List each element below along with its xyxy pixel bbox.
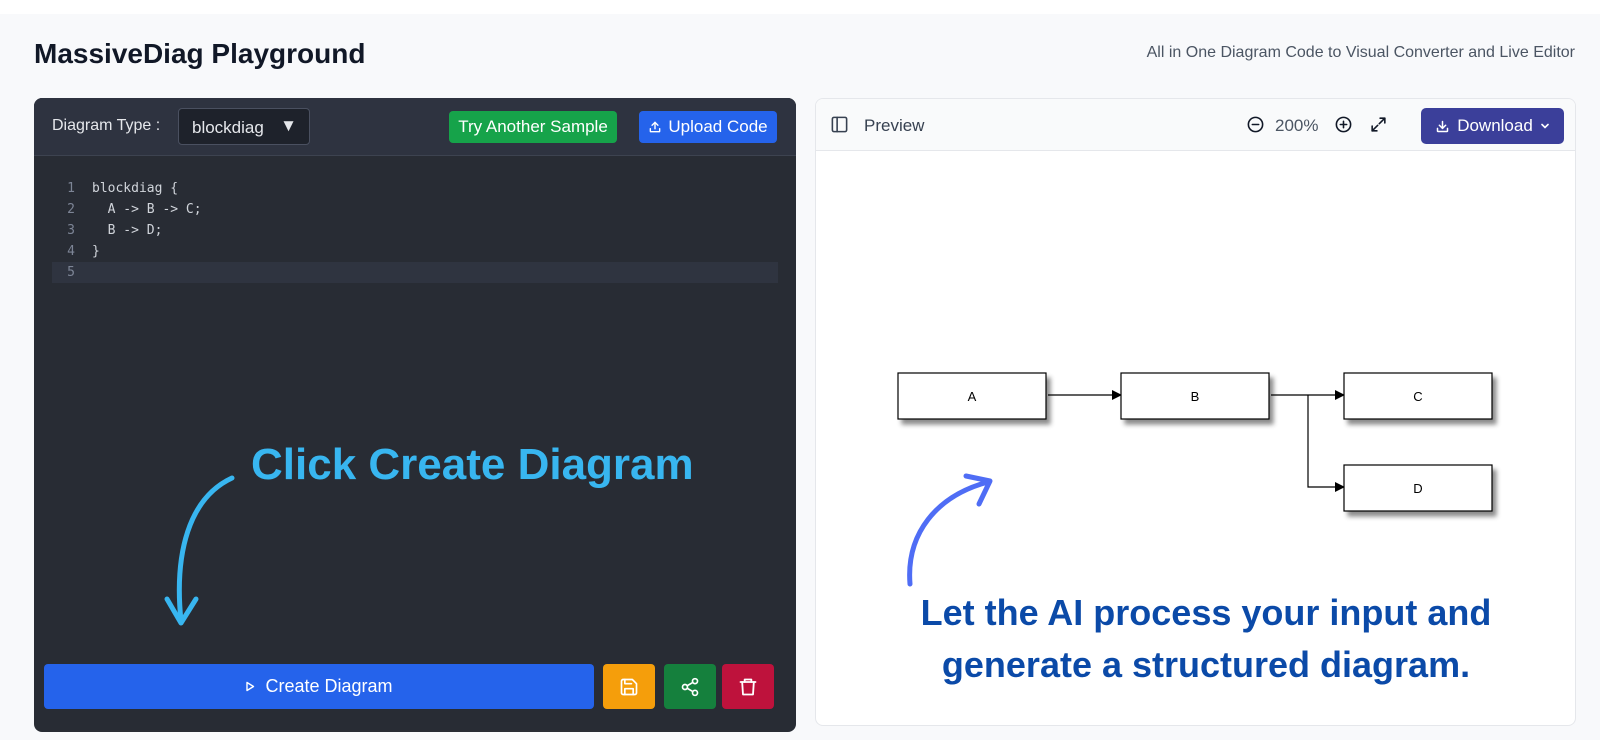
node-a[interactable]: A: [897, 372, 1047, 420]
ai-process-annotation-line2: generate a structured diagram.: [941, 644, 1471, 685]
page: MassiveDiag Playground All in One Diagra…: [0, 14, 1600, 740]
preview-panel: Preview 200% Download A B C D Let the AI…: [815, 98, 1576, 726]
node-b[interactable]: B: [1120, 372, 1270, 420]
zoom-level: 200%: [1275, 116, 1319, 135]
line-number: 1: [67, 181, 75, 196]
preview-header: Preview 200% Download: [816, 99, 1575, 151]
line-number: 2: [67, 202, 75, 217]
create-diagram-button[interactable]: Create Diagram: [44, 664, 594, 709]
node-d-label: D: [1413, 481, 1422, 496]
curved-arrow-up-icon: [907, 473, 993, 587]
share-icon: [681, 677, 699, 696]
app-title: MassiveDiag Playground: [34, 38, 366, 69]
zoom-in-icon[interactable]: [1334, 115, 1353, 134]
code-line-active: 5: [52, 262, 778, 283]
node-a-label: A: [968, 389, 977, 404]
diagram-type-label: Diagram Type :: [52, 117, 161, 134]
ai-process-annotation: Let the AI process your input and genera…: [816, 587, 1575, 691]
save-icon: [620, 678, 638, 695]
delete-button[interactable]: [722, 664, 774, 709]
code-line: 1 blockdiag {: [52, 178, 778, 199]
upload-code-label: Upload Code: [668, 117, 768, 136]
fullscreen-icon[interactable]: [1369, 115, 1388, 134]
download-button[interactable]: Download: [1421, 108, 1564, 144]
download-label: Download: [1457, 116, 1533, 135]
node-d[interactable]: D: [1343, 464, 1493, 512]
create-diagram-label: Create Diagram: [265, 676, 393, 696]
upload-code-button[interactable]: Upload Code: [639, 111, 777, 143]
play-icon: [246, 681, 255, 692]
line-number: 4: [67, 244, 75, 259]
preview-label: Preview: [864, 116, 925, 135]
code-line: 2 A -> B -> C;: [52, 199, 778, 220]
code-line: 4 }: [52, 241, 778, 262]
diagram-type-value: blockdiag: [192, 118, 264, 137]
code-text: blockdiag {: [92, 181, 179, 196]
try-another-sample-label: Try Another Sample: [458, 117, 608, 136]
editor-toolbar: Diagram Type : blockdiag ▼ Try Another S…: [34, 98, 796, 156]
diagram-type-select[interactable]: blockdiag ▼: [178, 108, 310, 145]
chevron-down-icon: [1540, 123, 1549, 129]
code-text: B -> D;: [92, 223, 163, 238]
edge-b-d: [1307, 395, 1345, 492]
share-button[interactable]: [664, 664, 716, 709]
download-icon: [1436, 120, 1449, 132]
editor-panel: Diagram Type : blockdiag ▼ Try Another S…: [34, 98, 796, 732]
zoom-out-icon[interactable]: [1246, 115, 1265, 134]
node-b-label: B: [1191, 389, 1200, 404]
upload-icon: [650, 121, 661, 133]
node-c-label: C: [1413, 389, 1422, 404]
code-text: }: [92, 244, 100, 259]
code-editor[interactable]: 1 blockdiag { 2 A -> B -> C; 3 B -> D; 4…: [52, 178, 778, 283]
edge-a-b: [1048, 390, 1122, 400]
app-tagline: All in One Diagram Code to Visual Conver…: [1146, 44, 1575, 61]
ai-process-annotation-line1: Let the AI process your input and: [920, 592, 1492, 633]
code-text: A -> B -> C;: [92, 202, 202, 217]
line-number: 5: [67, 265, 75, 280]
node-c[interactable]: C: [1343, 372, 1493, 420]
sidebar-toggle-icon[interactable]: [830, 115, 849, 134]
code-line: 3 B -> D;: [52, 220, 778, 241]
curved-arrow-down-icon: [164, 475, 235, 626]
click-create-annotation: Click Create Diagram: [251, 440, 694, 489]
line-number: 3: [67, 223, 75, 238]
trash-icon: [739, 678, 757, 695]
try-another-sample-button[interactable]: Try Another Sample: [449, 111, 617, 143]
select-caret-icon: ▼: [280, 116, 297, 135]
save-button[interactable]: [603, 664, 655, 709]
